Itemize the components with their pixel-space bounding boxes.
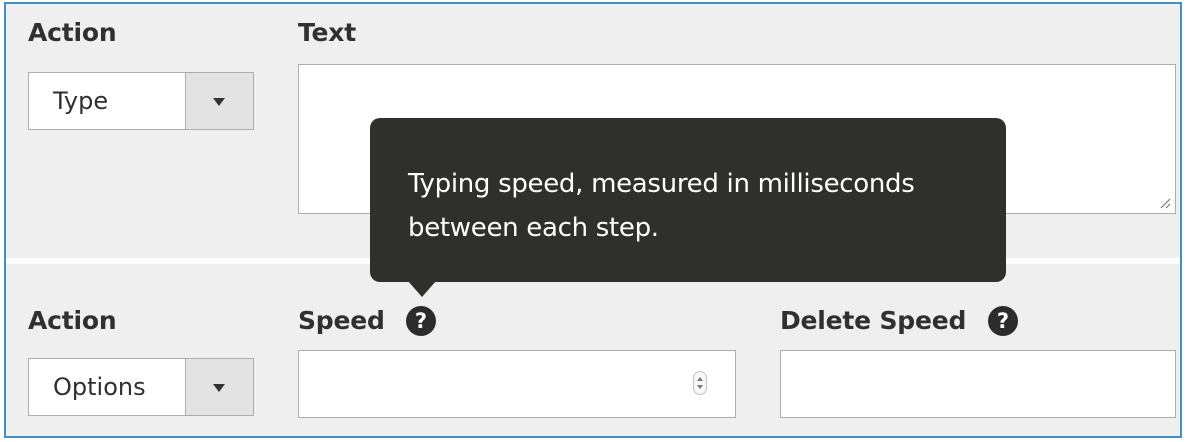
tooltip-pointer bbox=[408, 281, 436, 297]
delete-speed-label: Delete Speed bbox=[780, 306, 967, 335]
options-select-value: Options bbox=[53, 373, 146, 401]
action-label: Action bbox=[28, 306, 117, 335]
action-label: Action bbox=[28, 18, 117, 47]
action-select[interactable]: Type bbox=[28, 72, 254, 130]
chevron-down-icon bbox=[213, 98, 225, 106]
spinner-icon[interactable] bbox=[693, 371, 707, 395]
speed-label: Speed bbox=[298, 306, 385, 335]
form-frame: Action Text Type Action Speed ? Delete S… bbox=[4, 2, 1182, 438]
speed-input[interactable] bbox=[298, 350, 736, 418]
spinner-down-icon[interactable] bbox=[697, 385, 703, 389]
speed-help-icon[interactable]: ? bbox=[406, 306, 436, 336]
options-select[interactable]: Options bbox=[28, 358, 254, 416]
action-select-toggle[interactable] bbox=[185, 73, 253, 129]
row-options: Action Speed ? Delete Speed ? Options bbox=[6, 264, 1180, 436]
spinner-up-icon[interactable] bbox=[697, 377, 703, 381]
delete-speed-help-icon[interactable]: ? bbox=[988, 306, 1018, 336]
action-select-value: Type bbox=[53, 87, 109, 115]
resize-handle-icon[interactable] bbox=[1159, 197, 1171, 209]
delete-speed-input[interactable] bbox=[780, 350, 1176, 418]
speed-tooltip: Typing speed, measured in milliseconds b… bbox=[370, 118, 1006, 282]
text-label: Text bbox=[298, 18, 356, 47]
options-select-toggle[interactable] bbox=[185, 359, 253, 415]
chevron-down-icon bbox=[213, 384, 225, 392]
